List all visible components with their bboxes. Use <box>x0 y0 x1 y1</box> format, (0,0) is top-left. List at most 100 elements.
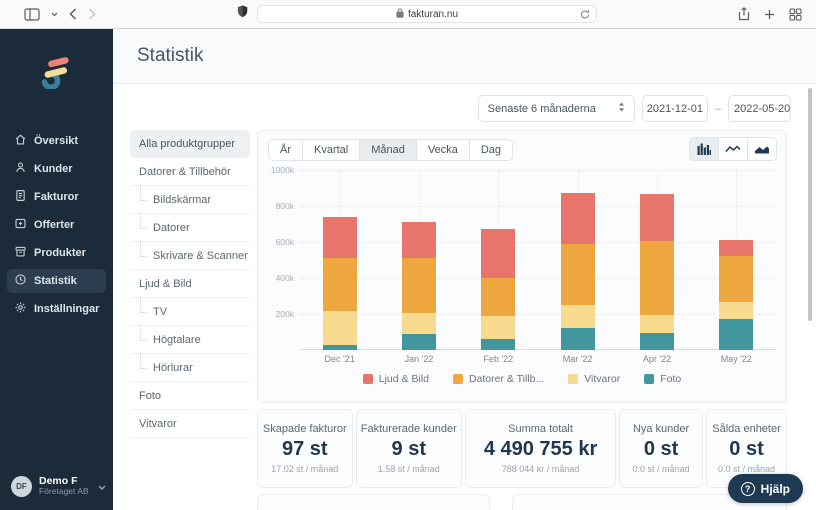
bar-segment[interactable] <box>323 217 357 258</box>
lock-icon <box>396 8 404 21</box>
date-to-input[interactable]: 2022-05-20 <box>728 95 791 122</box>
tab-ar[interactable]: År <box>268 139 303 161</box>
legend-item: Datorer & Tillb... <box>453 373 544 385</box>
page-scrollbar[interactable] <box>808 88 812 321</box>
bar-segment[interactable] <box>561 328 595 350</box>
bar-segment[interactable] <box>481 339 515 350</box>
user-menu[interactable]: DF Demo F Företaget AB <box>11 475 109 497</box>
back-icon[interactable] <box>69 8 77 20</box>
stacked-bar[interactable] <box>481 170 515 350</box>
chevron-down-icon[interactable] <box>51 12 58 17</box>
stacked-bar[interactable] <box>323 170 357 350</box>
bar-segment[interactable] <box>323 258 357 311</box>
product-group-alla[interactable]: Alla produktgrupper <box>130 130 250 158</box>
page-title: Statistik <box>137 45 204 67</box>
tab-vecka[interactable]: Vecka <box>416 139 470 161</box>
bar-segment[interactable] <box>640 315 674 332</box>
bar-slot <box>300 170 379 350</box>
stacked-bar[interactable] <box>640 170 674 350</box>
x-axis-label: May '22 <box>697 354 776 364</box>
legend-label: Vitvaror <box>584 373 620 385</box>
stat-sub: 0.0 st / månad <box>633 464 690 474</box>
x-labels: Dec '21Jan '22Feb '22Mar '22Apr '22May '… <box>300 354 776 364</box>
sidebar-item-kunder[interactable]: Kunder <box>7 157 106 181</box>
x-axis-label: Feb '22 <box>459 354 538 364</box>
bar-slot <box>538 170 617 350</box>
bar-chart-icon[interactable] <box>689 137 719 161</box>
legend-swatch <box>363 374 373 384</box>
stat-label: Fakturerade kunder <box>361 423 457 435</box>
bar-segment[interactable] <box>640 241 674 316</box>
bar-segment[interactable] <box>561 193 595 244</box>
bar-segment[interactable] <box>481 229 515 279</box>
tab-kvartal[interactable]: Kvartal <box>302 139 360 161</box>
clock-icon <box>14 273 27 289</box>
line-chart-icon[interactable] <box>718 137 748 161</box>
bar-segment[interactable] <box>719 319 753 350</box>
shield-icon[interactable] <box>237 5 248 23</box>
chart-legend: Ljud & BildDatorer & Tillb...VitvarorFot… <box>266 373 778 385</box>
home-icon <box>14 133 27 149</box>
help-button[interactable]: ? Hjälp <box>728 474 803 503</box>
bar-segment[interactable] <box>402 334 436 350</box>
share-icon[interactable] <box>738 7 750 21</box>
product-box-icon <box>14 245 27 261</box>
x-axis-label: Mar '22 <box>538 354 617 364</box>
sidebar-item-installningar[interactable]: Inställningar <box>7 297 106 321</box>
sidebar-item-oversikt[interactable]: Översikt <box>7 129 106 153</box>
stat-sub: 788 044 kr / månad <box>502 464 580 474</box>
bar-segment[interactable] <box>323 311 357 345</box>
forward-icon[interactable] <box>88 8 96 20</box>
tab-dag[interactable]: Dag <box>469 139 513 161</box>
product-group-datorer[interactable]: Datorer <box>130 214 250 242</box>
product-group-datorer-tillbehor[interactable]: Datorer & Tillbehör <box>130 158 250 186</box>
bar-segment[interactable] <box>640 194 674 241</box>
product-group-vitvaror[interactable]: Vitvaror <box>130 410 250 438</box>
product-group-tv[interactable]: TV <box>130 298 250 326</box>
sidebar-item-offerter[interactable]: Offerter <box>7 213 106 237</box>
card-partial-left <box>257 494 490 510</box>
tab-overview-icon[interactable] <box>789 8 802 21</box>
fakturan-logo <box>36 53 78 89</box>
product-group-horlurar[interactable]: Hörlurar <box>130 354 250 382</box>
bar-segment[interactable] <box>402 258 436 313</box>
stat-card-nya-kunder: Nya kunder 0 st 0.0 st / månad <box>619 409 703 488</box>
bar-segment[interactable] <box>481 278 515 316</box>
stacked-bar[interactable] <box>402 170 436 350</box>
url-field[interactable]: fakturan.nu <box>257 5 597 23</box>
product-group-hogtalare[interactable]: Högtalare <box>130 326 250 354</box>
stacked-bar[interactable] <box>719 170 753 350</box>
bar-segment[interactable] <box>402 313 436 334</box>
sidebar-item-statistik[interactable]: Statistik <box>7 269 106 293</box>
legend-item: Foto <box>644 373 681 385</box>
area-chart-icon[interactable] <box>747 137 777 161</box>
bar-segment[interactable] <box>402 222 436 258</box>
main-area: Statistik Senaste 6 månaderna 2021-12-01… <box>113 29 816 510</box>
bar-segment[interactable] <box>719 256 753 302</box>
bar-segment[interactable] <box>323 345 357 350</box>
bar-segment[interactable] <box>561 305 595 328</box>
new-tab-icon[interactable] <box>764 9 775 20</box>
invoice-icon <box>14 189 27 205</box>
reload-icon[interactable] <box>580 9 590 23</box>
product-group-skrivare-scanner[interactable]: Skrivare & Scanner <box>130 242 250 270</box>
product-group-bildskarmar[interactable]: Bildskärmar <box>130 186 250 214</box>
stacked-bar[interactable] <box>561 170 595 350</box>
bar-segment[interactable] <box>640 333 674 350</box>
sidebar-item-produkter[interactable]: Produkter <box>7 241 106 265</box>
legend-swatch <box>568 374 578 384</box>
help-label: Hjälp <box>761 482 790 496</box>
date-from-input[interactable]: 2021-12-01 <box>642 95 708 122</box>
bar-segment[interactable] <box>481 316 515 339</box>
product-group-foto[interactable]: Foto <box>130 382 250 410</box>
tab-manad[interactable]: Månad <box>359 139 417 161</box>
bar-segment[interactable] <box>719 302 753 319</box>
product-group-ljud-bild[interactable]: Ljud & Bild <box>130 270 250 298</box>
bar-segment[interactable] <box>719 240 753 256</box>
lower-panels <box>257 494 787 510</box>
bar-segment[interactable] <box>561 244 595 304</box>
stat-value: 0 st <box>729 438 763 461</box>
sidebar-item-fakturor[interactable]: Fakturor <box>7 185 106 209</box>
range-select[interactable]: Senaste 6 månaderna <box>478 95 635 122</box>
sidebar-toggle-icon[interactable] <box>24 8 40 21</box>
